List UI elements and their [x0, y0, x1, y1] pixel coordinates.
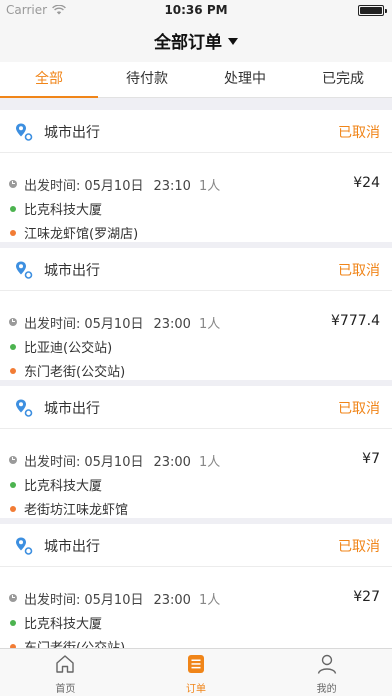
- departure-date: 05月10日: [84, 455, 144, 470]
- profile-icon: [317, 654, 336, 674]
- origin-dot: [10, 620, 16, 626]
- nav-orders[interactable]: 订单: [131, 649, 262, 696]
- passenger-count: 1人: [198, 455, 221, 470]
- order-card-header: 城市出行 已取消: [0, 524, 392, 567]
- destination-dot: [10, 230, 16, 236]
- destination-place: 东门老街(公交站): [24, 365, 126, 380]
- order-filter-tabs: 全部 待付款 处理中 已完成: [0, 62, 392, 98]
- departure-clock: 23:00: [153, 455, 191, 470]
- tab-pending-payment[interactable]: 待付款: [98, 62, 196, 97]
- order-status: 已取消: [338, 125, 380, 141]
- nav-home-label: 首页: [55, 684, 76, 695]
- clock-icon: [9, 456, 17, 464]
- bottom-tab-bar: 首页 订单 我的: [0, 648, 392, 696]
- passenger-count: 1人: [198, 179, 221, 194]
- status-bar: Carrier 10:36 PM: [0, 0, 392, 20]
- order-card-header: 城市出行 已取消: [0, 110, 392, 153]
- departure-date: 05月10日: [84, 317, 144, 332]
- destination-dot: [10, 368, 16, 374]
- origin-place: 比亚迪(公交站): [24, 341, 113, 356]
- clock-icon: [9, 180, 17, 188]
- location-pin-icon: [16, 261, 33, 279]
- origin-place: 比克科技大厦: [24, 479, 103, 494]
- departure-time-label: 出发时间:: [24, 317, 81, 332]
- order-price: ¥24: [353, 175, 380, 191]
- order-status: 已取消: [338, 539, 380, 555]
- clock-icon: [9, 318, 17, 326]
- order-card[interactable]: 城市出行 已取消 出发时间: 05月10日 23:00 1人 ¥777.4 比亚迪(公…: [0, 248, 392, 380]
- order-card[interactable]: 城市出行 已取消 出发时间: 05月10日 23:10 1人 ¥24 比克科技大厦 江…: [0, 110, 392, 242]
- departure-clock: 23:00: [153, 317, 191, 332]
- origin-place: 比克科技大厦: [24, 203, 103, 218]
- passenger-count: 1人: [198, 317, 221, 332]
- location-pin-icon: [16, 537, 33, 555]
- departure-date: 05月10日: [84, 593, 144, 608]
- location-pin-icon: [16, 123, 33, 141]
- departure-clock: 23:00: [153, 593, 191, 608]
- nav-orders-label: 订单: [186, 684, 206, 695]
- tab-completed[interactable]: 已完成: [294, 62, 392, 97]
- order-list-icon: [188, 655, 204, 673]
- nav-home[interactable]: 首页: [0, 649, 131, 696]
- order-type: 城市出行: [44, 263, 100, 279]
- nav-header: Carrier 10:36 PM 全部订单: [0, 0, 392, 62]
- departure-time-label: 出发时间:: [24, 179, 81, 194]
- nav-profile-label: 我的: [316, 684, 337, 695]
- destination-place: 江味龙虾馆(罗湖店): [24, 227, 139, 242]
- order-type: 城市出行: [44, 401, 100, 417]
- order-card-header: 城市出行 已取消: [0, 386, 392, 429]
- destination-dot: [10, 506, 16, 512]
- departure-time-label: 出发时间:: [24, 455, 81, 470]
- order-list: 城市出行 已取消 出发时间: 05月10日 23:10 1人 ¥24 比克科技大厦 江…: [0, 98, 392, 678]
- departure-time-label: 出发时间:: [24, 593, 81, 608]
- caret-down-icon: [228, 37, 238, 45]
- passenger-count: 1人: [198, 593, 221, 608]
- departure-time-row: 出发时间: 05月10日 23:00 1人: [24, 589, 220, 608]
- battery-icon: [358, 5, 387, 16]
- departure-time-row: 出发时间: 05月10日 23:10 1人: [24, 175, 220, 194]
- order-type: 城市出行: [44, 539, 100, 555]
- destination-place: 老街坊江味龙虾馆: [24, 503, 129, 518]
- home-icon: [56, 655, 75, 673]
- departure-clock: 23:10: [153, 179, 191, 194]
- origin-dot: [10, 206, 16, 212]
- order-status: 已取消: [338, 401, 380, 417]
- clock-icon: [9, 594, 17, 602]
- origin-dot: [10, 482, 16, 488]
- order-card-header: 城市出行 已取消: [0, 248, 392, 291]
- page-title-dropdown[interactable]: 全部订单: [0, 28, 392, 53]
- order-price: ¥777.4: [331, 313, 380, 329]
- order-price: ¥27: [353, 589, 380, 605]
- order-card[interactable]: 城市出行 已取消 出发时间:05月10日23:001人 ¥27 比克科技大厦 东…: [0, 524, 392, 656]
- order-card[interactable]: 城市出行 已取消 出发时间: 05月10日 23:00 1人 ¥7 比克科技大厦 老街…: [0, 386, 392, 518]
- page-title: 全部订单: [154, 32, 222, 53]
- order-type: 城市出行: [44, 125, 100, 141]
- order-status: 已取消: [338, 263, 380, 279]
- tab-all[interactable]: 全部: [0, 62, 98, 98]
- order-price: ¥7: [362, 451, 380, 467]
- nav-profile[interactable]: 我的: [261, 649, 392, 696]
- tab-processing[interactable]: 处理中: [196, 62, 294, 97]
- origin-place: 比克科技大厦: [24, 617, 103, 632]
- departure-time-row: 出发时间: 05月10日 23:00 1人: [24, 451, 220, 470]
- departure-time-row: 出发时间: 05月10日 23:00 1人: [24, 313, 220, 332]
- status-time: 10:36 PM: [164, 3, 228, 17]
- departure-date: 05月10日: [84, 179, 144, 194]
- origin-dot: [10, 344, 16, 350]
- location-pin-icon: [16, 399, 33, 417]
